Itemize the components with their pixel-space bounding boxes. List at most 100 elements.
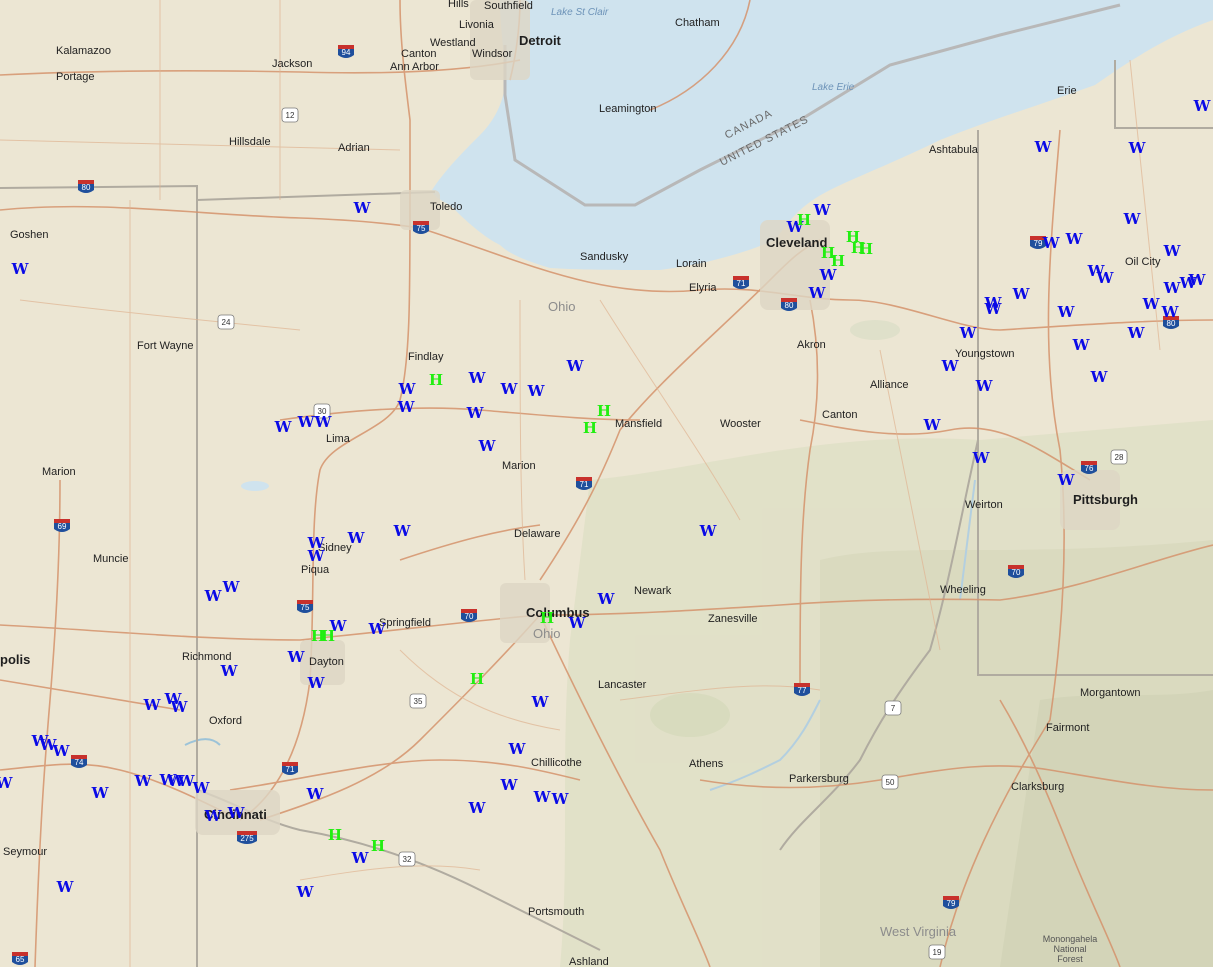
weather-marker-w[interactable]: W xyxy=(1123,210,1142,228)
weather-marker-w[interactable]: W xyxy=(1193,97,1212,115)
weather-marker-h[interactable]: H xyxy=(470,670,484,688)
weather-marker-w[interactable]: W xyxy=(353,199,372,217)
interstate-shield-74: 74 xyxy=(71,755,87,768)
weather-marker-w[interactable]: W xyxy=(274,418,293,436)
weather-marker-w[interactable]: W xyxy=(314,413,333,431)
weather-marker-w[interactable]: W xyxy=(1188,271,1207,289)
weather-marker-w[interactable]: W xyxy=(287,648,306,666)
weather-marker-w[interactable]: W xyxy=(227,804,246,822)
weather-marker-w[interactable]: W xyxy=(297,413,316,431)
weather-marker-w[interactable]: W xyxy=(1163,242,1182,260)
weather-marker-w[interactable]: W xyxy=(56,878,75,896)
weather-marker-w[interactable]: W xyxy=(306,785,325,803)
city-label-alliance: Alliance xyxy=(870,379,909,391)
weather-marker-w[interactable]: W xyxy=(307,674,326,692)
weather-marker-w[interactable]: W xyxy=(508,740,527,758)
weather-marker-w[interactable]: W xyxy=(984,300,1003,318)
weather-marker-w[interactable]: W xyxy=(1128,139,1147,157)
interstate-shield-79: 79 xyxy=(943,896,959,909)
weather-marker-w[interactable]: W xyxy=(1065,230,1084,248)
weather-marker-w[interactable]: W xyxy=(204,587,223,605)
weather-marker-w[interactable]: W xyxy=(134,772,153,790)
weather-marker-w[interactable]: W xyxy=(597,590,616,608)
city-label-youngstown: Youngstown xyxy=(955,348,1015,360)
weather-marker-h[interactable]: H xyxy=(583,419,597,437)
weather-marker-w[interactable]: W xyxy=(222,578,241,596)
weather-marker-w[interactable]: W xyxy=(923,416,942,434)
svg-text:76: 76 xyxy=(1085,464,1094,473)
weather-marker-w[interactable]: W xyxy=(972,449,991,467)
weather-map[interactable]: Lake St Clair Lake Erie CANADA UNITED ST… xyxy=(0,0,1213,967)
weather-marker-w[interactable]: W xyxy=(220,662,239,680)
state-label-west-virginia: West Virginia xyxy=(880,924,957,939)
weather-marker-w[interactable]: W xyxy=(1057,471,1076,489)
city-label-erie: Erie xyxy=(1057,85,1077,97)
weather-marker-w[interactable]: W xyxy=(52,742,71,760)
weather-marker-w[interactable]: W xyxy=(1161,303,1180,321)
weather-marker-w[interactable]: W xyxy=(699,522,718,540)
interstate-shield-71: 71 xyxy=(282,762,298,775)
weather-marker-w[interactable]: W xyxy=(500,380,519,398)
city-label-canton: Canton xyxy=(401,48,436,60)
weather-marker-w[interactable]: W xyxy=(1034,138,1053,156)
weather-marker-w[interactable]: W xyxy=(941,357,960,375)
weather-marker-w[interactable]: W xyxy=(975,377,994,395)
weather-marker-w[interactable]: W xyxy=(1163,279,1182,297)
weather-marker-w[interactable]: W xyxy=(192,779,211,797)
weather-marker-w[interactable]: W xyxy=(468,369,487,387)
weather-marker-h[interactable]: H xyxy=(328,826,342,844)
weather-marker-h[interactable]: H xyxy=(321,627,335,645)
city-label-piqua: Piqua xyxy=(301,564,330,576)
weather-marker-h[interactable]: H xyxy=(831,252,845,270)
weather-marker-w[interactable]: W xyxy=(527,382,546,400)
weather-marker-w[interactable]: W xyxy=(1142,295,1161,313)
us-route-shield-28: 28 xyxy=(1110,449,1128,465)
weather-marker-h[interactable]: H xyxy=(851,239,865,257)
weather-marker-w[interactable]: W xyxy=(1127,324,1146,342)
weather-marker-w[interactable]: W xyxy=(478,437,497,455)
weather-marker-w[interactable]: W xyxy=(368,620,387,638)
weather-marker-w[interactable]: W xyxy=(11,260,30,278)
city-label-detroit: Detroit xyxy=(519,33,562,48)
weather-marker-h[interactable]: H xyxy=(429,371,443,389)
weather-marker-w[interactable]: W xyxy=(397,398,416,416)
city-label-lancaster: Lancaster xyxy=(598,679,647,691)
weather-marker-w[interactable]: W xyxy=(91,784,110,802)
weather-marker-w[interactable]: W xyxy=(347,529,366,547)
weather-marker-w[interactable]: W xyxy=(1072,336,1091,354)
weather-marker-h[interactable]: H xyxy=(597,402,611,420)
weather-marker-w[interactable]: W xyxy=(1096,269,1115,287)
weather-marker-w[interactable]: W xyxy=(568,614,587,632)
weather-marker-w[interactable]: W xyxy=(466,404,485,422)
weather-marker-w[interactable]: W xyxy=(143,696,162,714)
interstate-shield-80: 80 xyxy=(781,298,797,311)
state-label-ohio-central: Ohio xyxy=(533,626,560,641)
city-label-newark: Newark xyxy=(634,585,672,597)
weather-marker-w[interactable]: W xyxy=(808,284,827,302)
weather-marker-w[interactable]: W xyxy=(393,522,412,540)
weather-marker-w[interactable]: W xyxy=(0,774,14,792)
weather-marker-w[interactable]: W xyxy=(296,883,315,901)
weather-marker-w[interactable]: W xyxy=(1090,368,1109,386)
svg-text:69: 69 xyxy=(58,522,67,531)
weather-marker-h[interactable]: H xyxy=(797,211,811,229)
weather-marker-w[interactable]: W xyxy=(551,790,570,808)
weather-marker-w[interactable]: W xyxy=(1012,285,1031,303)
weather-marker-w[interactable]: W xyxy=(566,357,585,375)
weather-marker-h[interactable]: H xyxy=(371,837,385,855)
weather-marker-w[interactable]: W xyxy=(531,693,550,711)
weather-marker-w[interactable]: W xyxy=(813,201,832,219)
weather-marker-w[interactable]: W xyxy=(1057,303,1076,321)
weather-marker-w[interactable]: W xyxy=(307,547,326,565)
weather-marker-w[interactable]: W xyxy=(959,324,978,342)
weather-marker-w[interactable]: W xyxy=(533,788,552,806)
weather-marker-w[interactable]: W xyxy=(351,849,370,867)
weather-marker-w[interactable]: W xyxy=(170,698,189,716)
weather-marker-w[interactable]: W xyxy=(398,380,417,398)
us-route-shield-24: 24 xyxy=(217,314,235,330)
weather-marker-w[interactable]: W xyxy=(1042,234,1061,252)
weather-marker-h[interactable]: H xyxy=(540,609,554,627)
weather-marker-w[interactable]: W xyxy=(468,799,487,817)
weather-marker-w[interactable]: W xyxy=(204,807,223,825)
weather-marker-w[interactable]: W xyxy=(500,776,519,794)
